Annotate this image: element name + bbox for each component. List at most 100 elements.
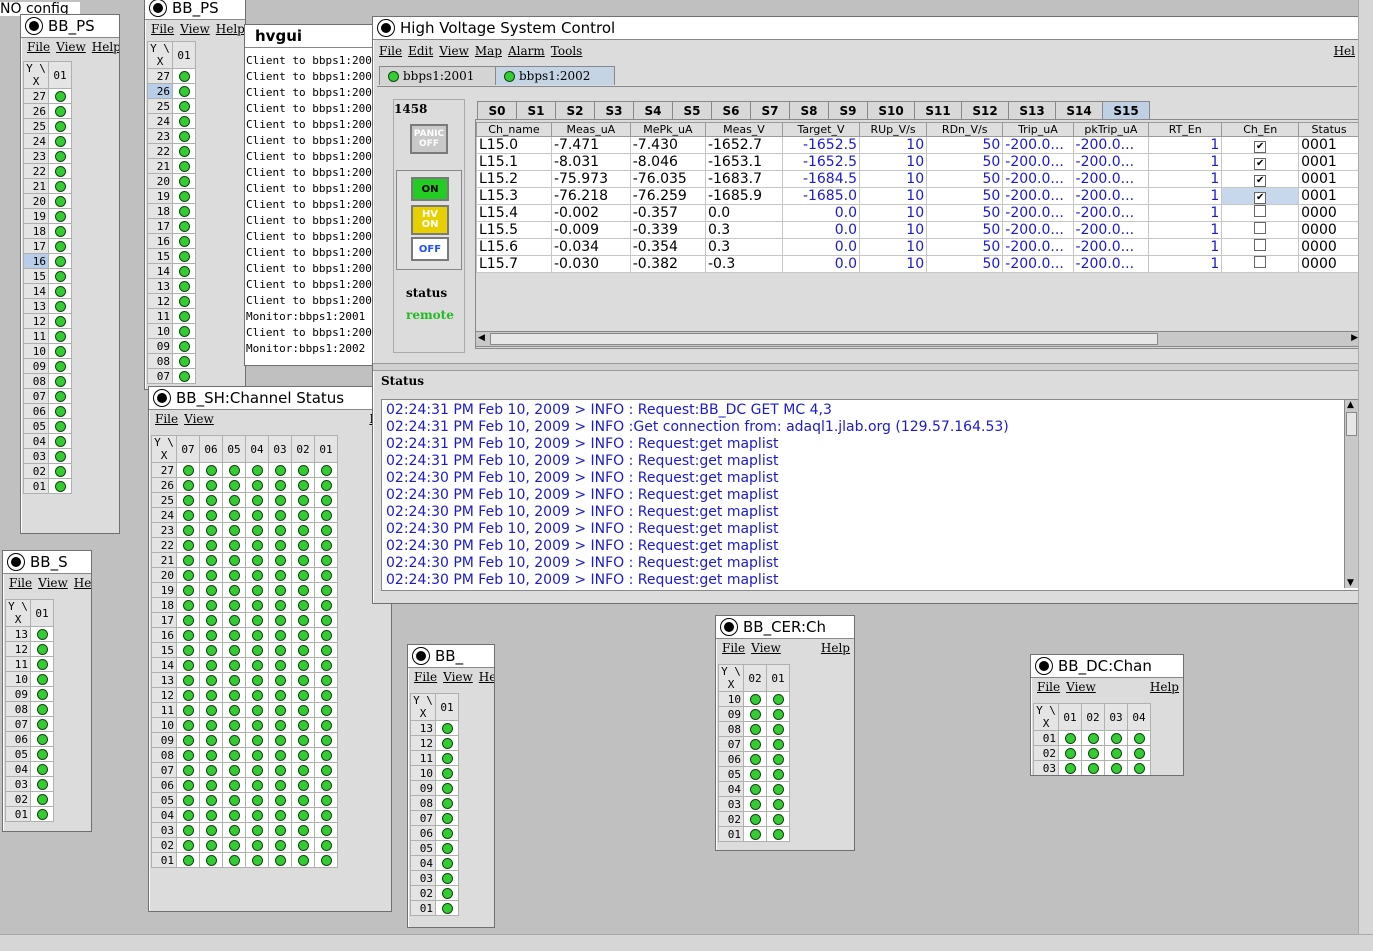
table-cell[interactable]: 1 bbox=[1148, 187, 1223, 205]
channel-cell[interactable] bbox=[176, 582, 200, 598]
channel-cell[interactable] bbox=[766, 691, 790, 707]
log-vertical-scrollbar[interactable]: ▲ ▼ bbox=[1344, 400, 1358, 588]
channel-cell[interactable] bbox=[245, 717, 269, 733]
scroll-thumb[interactable] bbox=[1346, 412, 1357, 436]
channel-cell[interactable] bbox=[48, 358, 72, 374]
channel-cell[interactable] bbox=[222, 687, 246, 703]
channel-cell[interactable] bbox=[245, 507, 269, 523]
scroll-right-arrow[interactable]: ▶ bbox=[1351, 333, 1358, 343]
table-cell[interactable]: -200.0... bbox=[1072, 153, 1150, 171]
channel-cell[interactable] bbox=[172, 98, 196, 114]
tab-slot-s5[interactable]: S5 bbox=[672, 101, 712, 120]
channel-cell[interactable] bbox=[222, 477, 246, 493]
channel-cell[interactable] bbox=[291, 672, 315, 688]
channel-cell[interactable] bbox=[48, 253, 72, 269]
window-menu-icon[interactable] bbox=[1036, 658, 1052, 674]
channel-enable-checkbox[interactable] bbox=[1221, 238, 1300, 256]
channel-cell[interactable] bbox=[222, 852, 246, 868]
channel-cell[interactable] bbox=[30, 716, 54, 732]
channel-cell[interactable] bbox=[268, 687, 292, 703]
channel-cell[interactable] bbox=[222, 567, 246, 583]
channel-cell[interactable] bbox=[30, 731, 54, 747]
channel-cell[interactable] bbox=[222, 522, 246, 538]
channel-cell[interactable] bbox=[314, 537, 338, 553]
channel-cell[interactable] bbox=[176, 462, 200, 478]
channel-cell[interactable] bbox=[1058, 760, 1082, 775]
channel-cell[interactable] bbox=[199, 852, 223, 868]
channel-cell[interactable] bbox=[172, 323, 196, 339]
window-menu-icon[interactable] bbox=[8, 554, 24, 570]
bb-dc-window[interactable]: BB_DC:Chan File View Help Y \ X 01 02 03 04 01 0… bbox=[1030, 654, 1184, 776]
title-bar[interactable]: BB_PS bbox=[145, 0, 245, 20]
channel-cell[interactable] bbox=[199, 657, 223, 673]
channel-cell[interactable] bbox=[176, 777, 200, 793]
channel-cell[interactable] bbox=[268, 492, 292, 508]
channel-cell[interactable] bbox=[172, 83, 196, 99]
tab-slot-s9[interactable]: S9 bbox=[828, 101, 868, 120]
channel-cell[interactable] bbox=[766, 826, 790, 842]
channel-cell[interactable] bbox=[199, 537, 223, 553]
channel-cell[interactable] bbox=[48, 463, 72, 479]
channel-cell[interactable] bbox=[176, 747, 200, 763]
channel-cell[interactable] bbox=[222, 582, 246, 598]
channel-cell[interactable] bbox=[268, 522, 292, 538]
title-bar[interactable]: High Voltage System Control bbox=[373, 17, 1359, 40]
channel-cell[interactable] bbox=[199, 552, 223, 568]
channel-cell[interactable] bbox=[222, 552, 246, 568]
channel-cell[interactable] bbox=[314, 507, 338, 523]
channel-cell[interactable] bbox=[743, 736, 767, 752]
channel-cell[interactable] bbox=[291, 807, 315, 823]
channel-cell[interactable] bbox=[48, 118, 72, 134]
channel-cell[interactable] bbox=[30, 791, 54, 807]
channel-cell[interactable] bbox=[314, 822, 338, 838]
channel-cell[interactable] bbox=[176, 492, 200, 508]
channel-cell[interactable] bbox=[222, 702, 246, 718]
table-row[interactable]: L15.5 -0.009 -0.339 0.3 0.0 10 50 -200.0... -200… bbox=[476, 221, 1359, 239]
title-bar[interactable]: BB_ bbox=[408, 645, 494, 668]
channel-cell[interactable] bbox=[435, 720, 459, 736]
channel-cell[interactable] bbox=[314, 732, 338, 748]
channel-cell[interactable] bbox=[245, 732, 269, 748]
tab-slot-s4[interactable]: S4 bbox=[633, 101, 673, 120]
channel-cell[interactable] bbox=[766, 796, 790, 812]
channel-cell[interactable] bbox=[268, 642, 292, 658]
channel-cell[interactable] bbox=[176, 567, 200, 583]
channel-cell[interactable] bbox=[291, 792, 315, 808]
menu-file[interactable]: File bbox=[27, 40, 50, 54]
channel-cell[interactable] bbox=[176, 627, 200, 643]
channel-cell[interactable] bbox=[222, 612, 246, 628]
menu-file[interactable]: File bbox=[414, 670, 437, 684]
column-header[interactable]: MePk_uA bbox=[629, 122, 706, 137]
table-cell[interactable]: -1652.5 bbox=[781, 153, 860, 171]
title-bar[interactable]: BB_SH:Channel Status bbox=[149, 387, 391, 410]
channel-cell[interactable] bbox=[176, 657, 200, 673]
table-cell[interactable]: 1 bbox=[1148, 204, 1223, 222]
channel-cell[interactable] bbox=[1081, 730, 1105, 746]
channel-cell[interactable] bbox=[176, 597, 200, 613]
channel-cell[interactable] bbox=[435, 870, 459, 886]
channel-cell[interactable] bbox=[48, 88, 72, 104]
menu-view[interactable]: View bbox=[439, 44, 469, 58]
column-header[interactable]: Meas_V bbox=[704, 122, 783, 137]
channel-cell[interactable] bbox=[222, 627, 246, 643]
channel-cell[interactable] bbox=[222, 507, 246, 523]
channel-cell[interactable] bbox=[291, 492, 315, 508]
channel-cell[interactable] bbox=[176, 702, 200, 718]
channel-cell[interactable] bbox=[30, 641, 54, 657]
channel-cell[interactable] bbox=[435, 795, 459, 811]
channel-cell[interactable] bbox=[1058, 745, 1082, 761]
channel-cell[interactable] bbox=[743, 781, 767, 797]
channel-cell[interactable] bbox=[1127, 760, 1151, 775]
channel-cell[interactable] bbox=[291, 552, 315, 568]
channel-cell[interactable] bbox=[30, 686, 54, 702]
channel-cell[interactable] bbox=[314, 747, 338, 763]
channel-cell[interactable] bbox=[172, 368, 196, 384]
channel-cell[interactable] bbox=[245, 687, 269, 703]
channel-enable-checkbox[interactable]: ✔ bbox=[1221, 136, 1300, 154]
table-cell[interactable]: 1 bbox=[1148, 153, 1223, 171]
channel-cell[interactable] bbox=[172, 293, 196, 309]
channel-cell[interactable] bbox=[268, 732, 292, 748]
channel-cell[interactable] bbox=[222, 807, 246, 823]
window-menu-icon[interactable] bbox=[413, 648, 429, 664]
channel-cell[interactable] bbox=[48, 433, 72, 449]
